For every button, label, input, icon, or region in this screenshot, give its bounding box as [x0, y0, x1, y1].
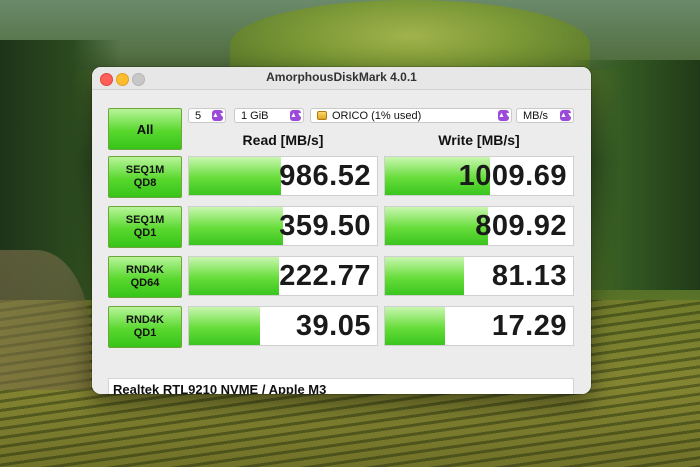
- write-result-cell: 81.13: [384, 256, 574, 296]
- read-result-cell: 986.52: [188, 156, 378, 196]
- read-result-bar: [189, 257, 280, 295]
- run-all-button[interactable]: All: [108, 108, 182, 150]
- write-result-bar: [385, 207, 489, 245]
- test-button-line1: RND4K: [126, 264, 164, 276]
- test-button-line1: SEQ1M: [125, 164, 165, 176]
- write-result-cell: 809.92: [384, 206, 574, 246]
- test-count-select[interactable]: 5 ▲▼: [188, 108, 226, 123]
- test-button-rnd4k-qd1[interactable]: RND4K QD1: [108, 306, 182, 348]
- test-button-seq1m-qd8[interactable]: SEQ1M QD8: [108, 156, 182, 198]
- unit-select[interactable]: MB/s ▲▼: [516, 108, 574, 123]
- read-header: Read [MB/s]: [242, 132, 324, 148]
- main-panel: All 5 ▲▼ 1 GiB ▲▼ ORICO (1% used) ▲▼ MB/…: [92, 90, 591, 394]
- test-button-line2: QD8: [133, 177, 157, 189]
- drive-select[interactable]: ORICO (1% used) ▲▼: [310, 108, 512, 123]
- test-count-value: 5: [195, 109, 202, 122]
- write-result-value: 809.92: [475, 210, 567, 242]
- write-result-value: 81.13: [491, 260, 567, 292]
- test-button-line2: QD64: [130, 277, 160, 289]
- write-header: Write [MB/s]: [438, 132, 520, 148]
- read-result-cell: 222.77: [188, 256, 378, 296]
- updown-chevron-icon: ▲▼: [560, 110, 574, 121]
- write-result-cell: 1009.69: [384, 156, 574, 196]
- drive-info-field[interactable]: Realtek RTL9210 NVME / Apple M3: [108, 378, 574, 394]
- unit-value: MB/s: [523, 109, 549, 122]
- updown-chevron-icon: ▲▼: [212, 110, 226, 121]
- read-result-value: 222.77: [279, 260, 371, 292]
- read-result-value: 39.05: [295, 310, 371, 342]
- write-result-bar: [385, 307, 446, 345]
- test-button-seq1m-qd1[interactable]: SEQ1M QD1: [108, 206, 182, 248]
- test-button-line1: SEQ1M: [125, 214, 165, 226]
- read-result-bar: [189, 307, 261, 345]
- titlebar[interactable]: AmorphousDiskMark 4.0.1: [92, 67, 591, 90]
- updown-chevron-icon: ▲▼: [290, 110, 304, 121]
- write-result-value: 17.29: [491, 310, 567, 342]
- test-size-select[interactable]: 1 GiB ▲▼: [234, 108, 304, 123]
- test-button-rnd4k-qd64[interactable]: RND4K QD64: [108, 256, 182, 298]
- write-result-value: 1009.69: [458, 160, 567, 192]
- drive-value: ORICO (1% used): [332, 109, 422, 122]
- test-button-line1: RND4K: [126, 314, 164, 326]
- write-result-cell: 17.29: [384, 306, 574, 346]
- read-result-bar: [189, 207, 283, 245]
- read-result-value: 359.50: [279, 210, 371, 242]
- drive-icon: [317, 111, 327, 120]
- app-window: AmorphousDiskMark 4.0.1 All 5 ▲▼ 1 GiB ▲…: [92, 67, 591, 394]
- updown-chevron-icon: ▲▼: [498, 110, 512, 121]
- read-result-bar: [189, 157, 282, 195]
- window-title: AmorphousDiskMark 4.0.1: [266, 70, 417, 84]
- test-size-value: 1 GiB: [241, 109, 269, 122]
- read-result-cell: 359.50: [188, 206, 378, 246]
- test-button-line2: QD1: [133, 327, 157, 339]
- write-result-bar: [385, 257, 464, 295]
- read-result-cell: 39.05: [188, 306, 378, 346]
- read-result-value: 986.52: [279, 160, 371, 192]
- test-button-line2: QD1: [133, 227, 157, 239]
